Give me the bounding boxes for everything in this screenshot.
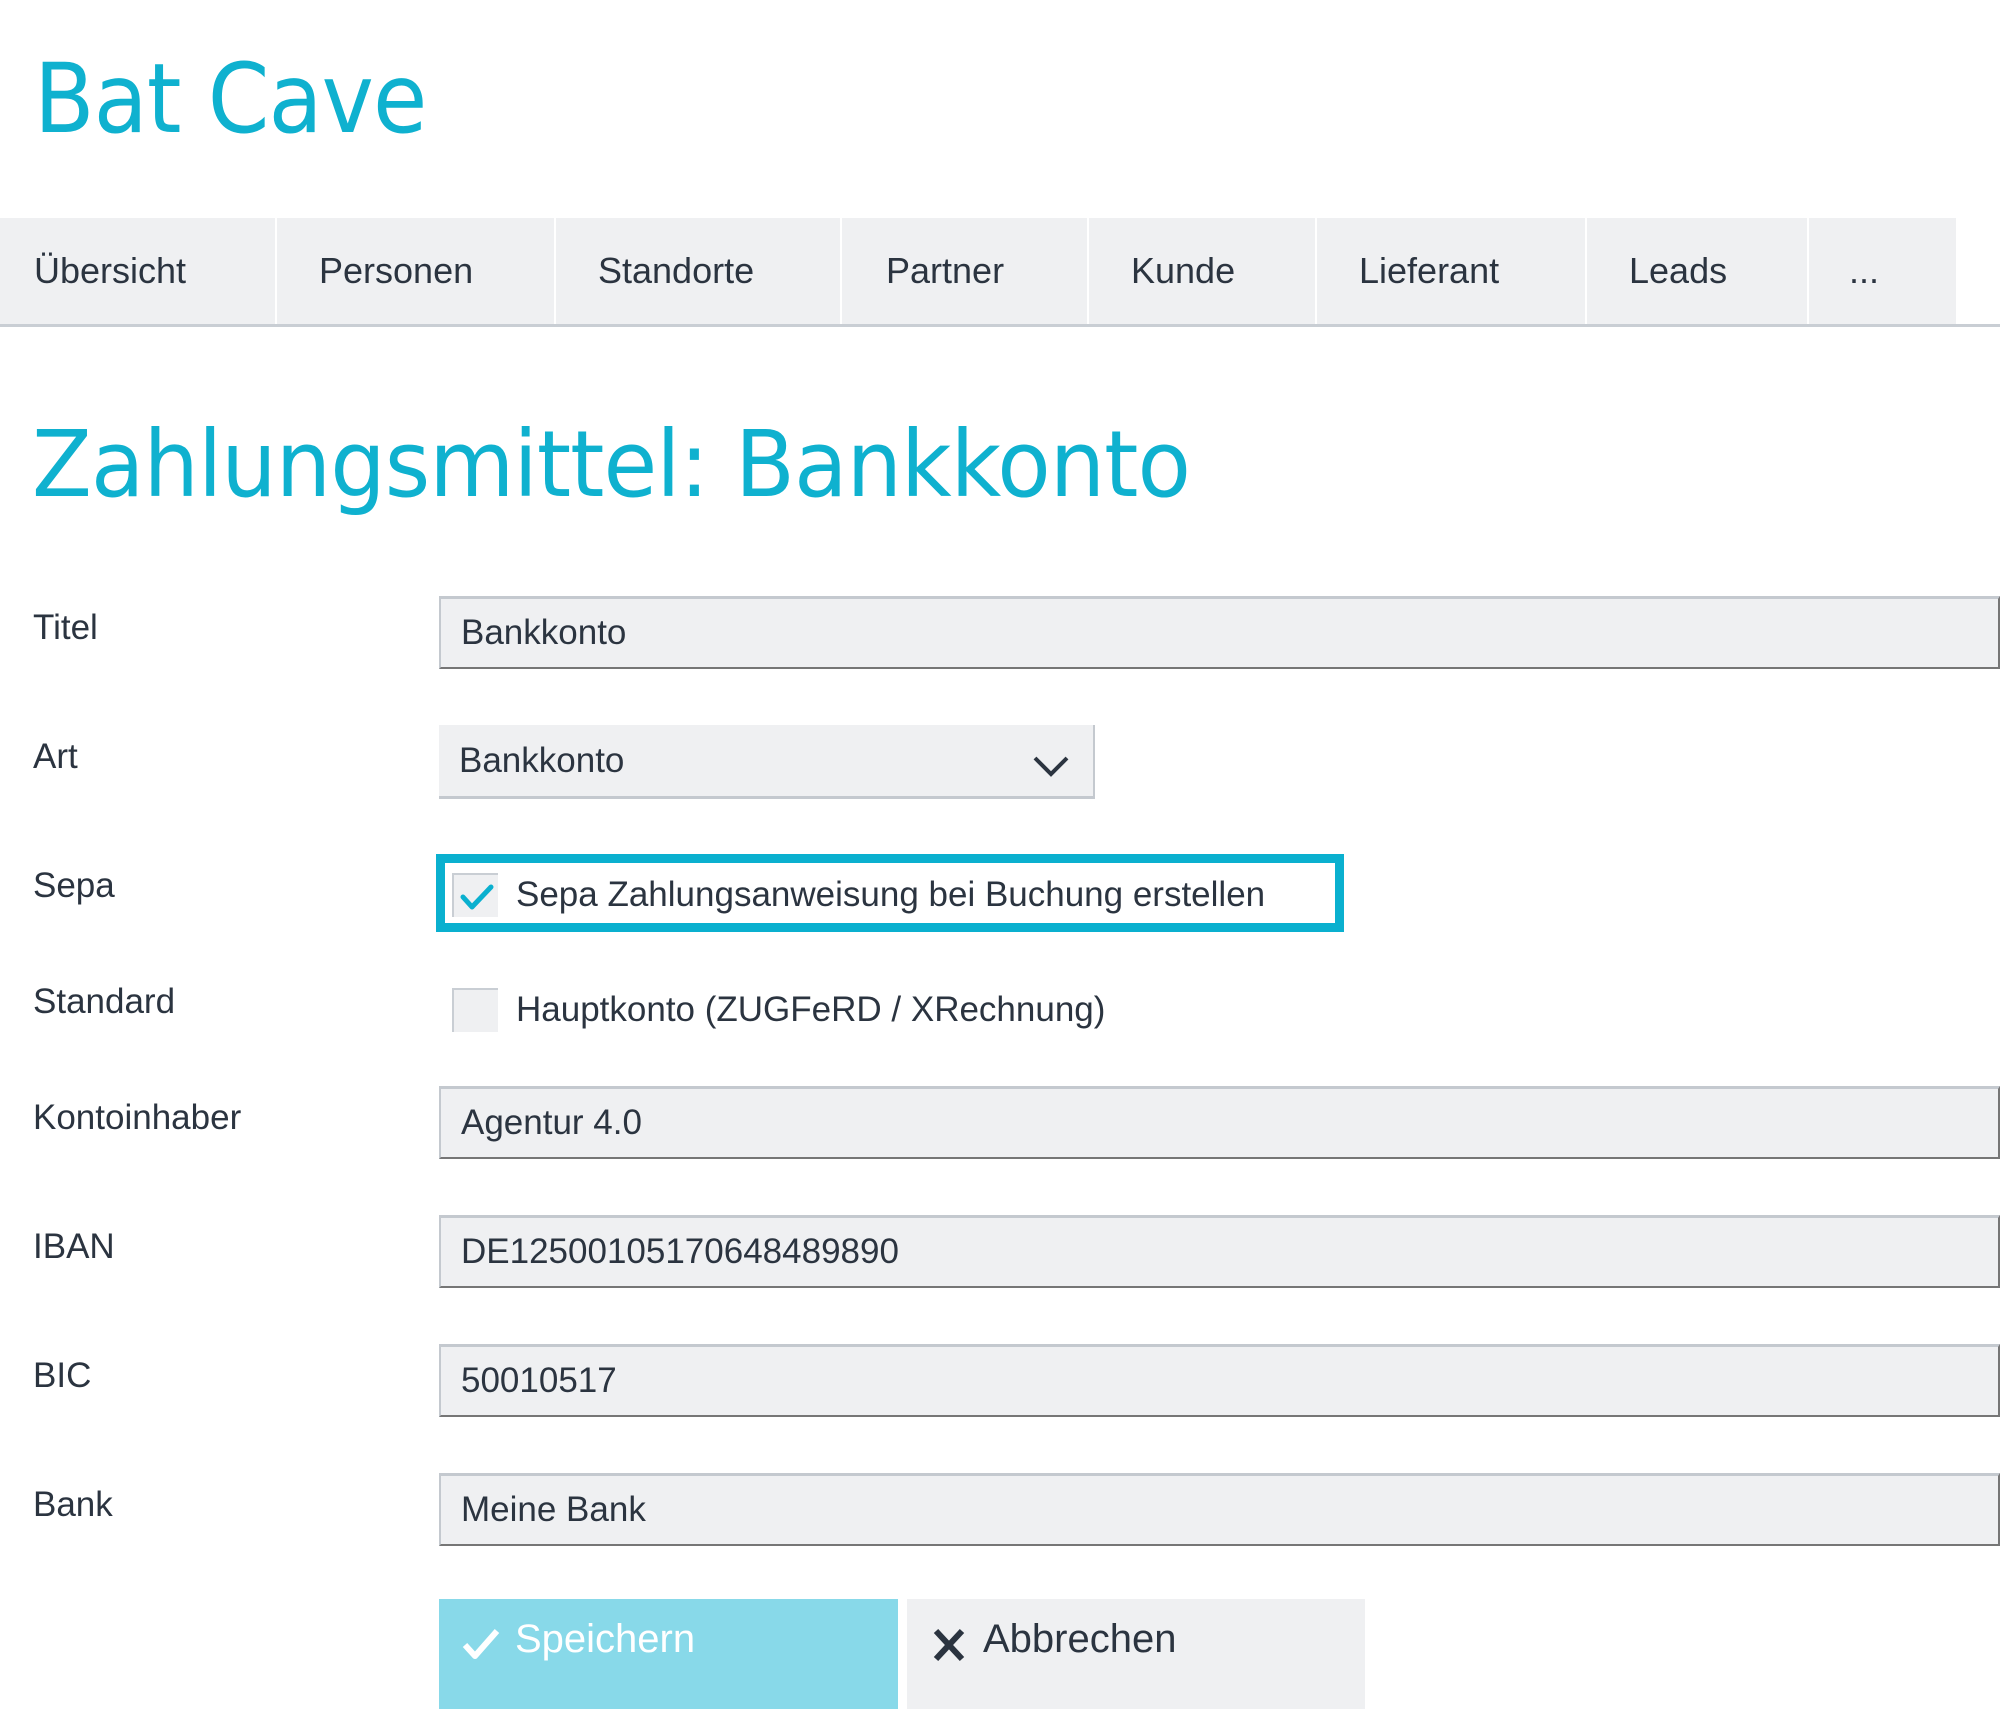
sepa-checkbox[interactable] xyxy=(452,873,498,917)
page-heading: Zahlungsmittel: Bankkonto xyxy=(32,411,1191,518)
tab-uebersicht[interactable]: Übersicht xyxy=(0,218,277,324)
chevron-down-icon xyxy=(1031,739,1071,779)
sepa-checkbox-row[interactable]: Sepa Zahlungsanweisung bei Buchung erste… xyxy=(452,872,1265,918)
bic-label: BIC xyxy=(33,1356,92,1395)
tab-standorte[interactable]: Standorte xyxy=(556,218,842,324)
cancel-button[interactable]: Abbrechen xyxy=(907,1599,1365,1709)
cancel-button-label: Abbrechen xyxy=(983,1617,1177,1661)
tab-personen[interactable]: Personen xyxy=(277,218,556,324)
titel-label: Titel xyxy=(33,608,98,647)
bic-input[interactable] xyxy=(439,1344,2000,1417)
close-icon xyxy=(933,1628,965,1662)
titel-input[interactable] xyxy=(439,596,2000,669)
app-title: Bat Cave xyxy=(34,43,427,155)
art-label: Art xyxy=(33,737,78,776)
art-select-value: Bankkonto xyxy=(459,741,625,780)
art-select[interactable]: Bankkonto xyxy=(439,725,1095,799)
sepa-checkbox-label[interactable]: Sepa Zahlungsanweisung bei Buchung erste… xyxy=(516,875,1265,915)
bank-input[interactable] xyxy=(439,1473,2000,1546)
bank-label: Bank xyxy=(33,1485,113,1524)
tab-kunde[interactable]: Kunde xyxy=(1089,218,1317,324)
save-button-label: Speichern xyxy=(515,1617,696,1661)
hauptkonto-checkbox[interactable] xyxy=(452,988,498,1032)
iban-label: IBAN xyxy=(33,1227,115,1266)
tab-bar: Übersicht Personen Standorte Partner Kun… xyxy=(0,218,2000,327)
tab-more[interactable]: ... xyxy=(1809,218,1956,324)
checkmark-icon xyxy=(462,1629,500,1659)
checkmark-icon xyxy=(460,884,494,910)
iban-input[interactable] xyxy=(439,1215,2000,1288)
sepa-label: Sepa xyxy=(33,866,115,905)
tab-leads[interactable]: Leads xyxy=(1587,218,1809,324)
standard-checkbox-row[interactable]: Hauptkonto (ZUGFeRD / XRechnung) xyxy=(452,987,1105,1033)
tab-partner[interactable]: Partner xyxy=(842,218,1089,324)
hauptkonto-checkbox-label[interactable]: Hauptkonto (ZUGFeRD / XRechnung) xyxy=(516,990,1105,1030)
kontoinhaber-label: Kontoinhaber xyxy=(33,1098,242,1137)
save-button[interactable]: Speichern xyxy=(439,1599,898,1709)
standard-label: Standard xyxy=(33,982,176,1021)
tab-lieferant[interactable]: Lieferant xyxy=(1317,218,1587,324)
kontoinhaber-input[interactable] xyxy=(439,1086,2000,1159)
